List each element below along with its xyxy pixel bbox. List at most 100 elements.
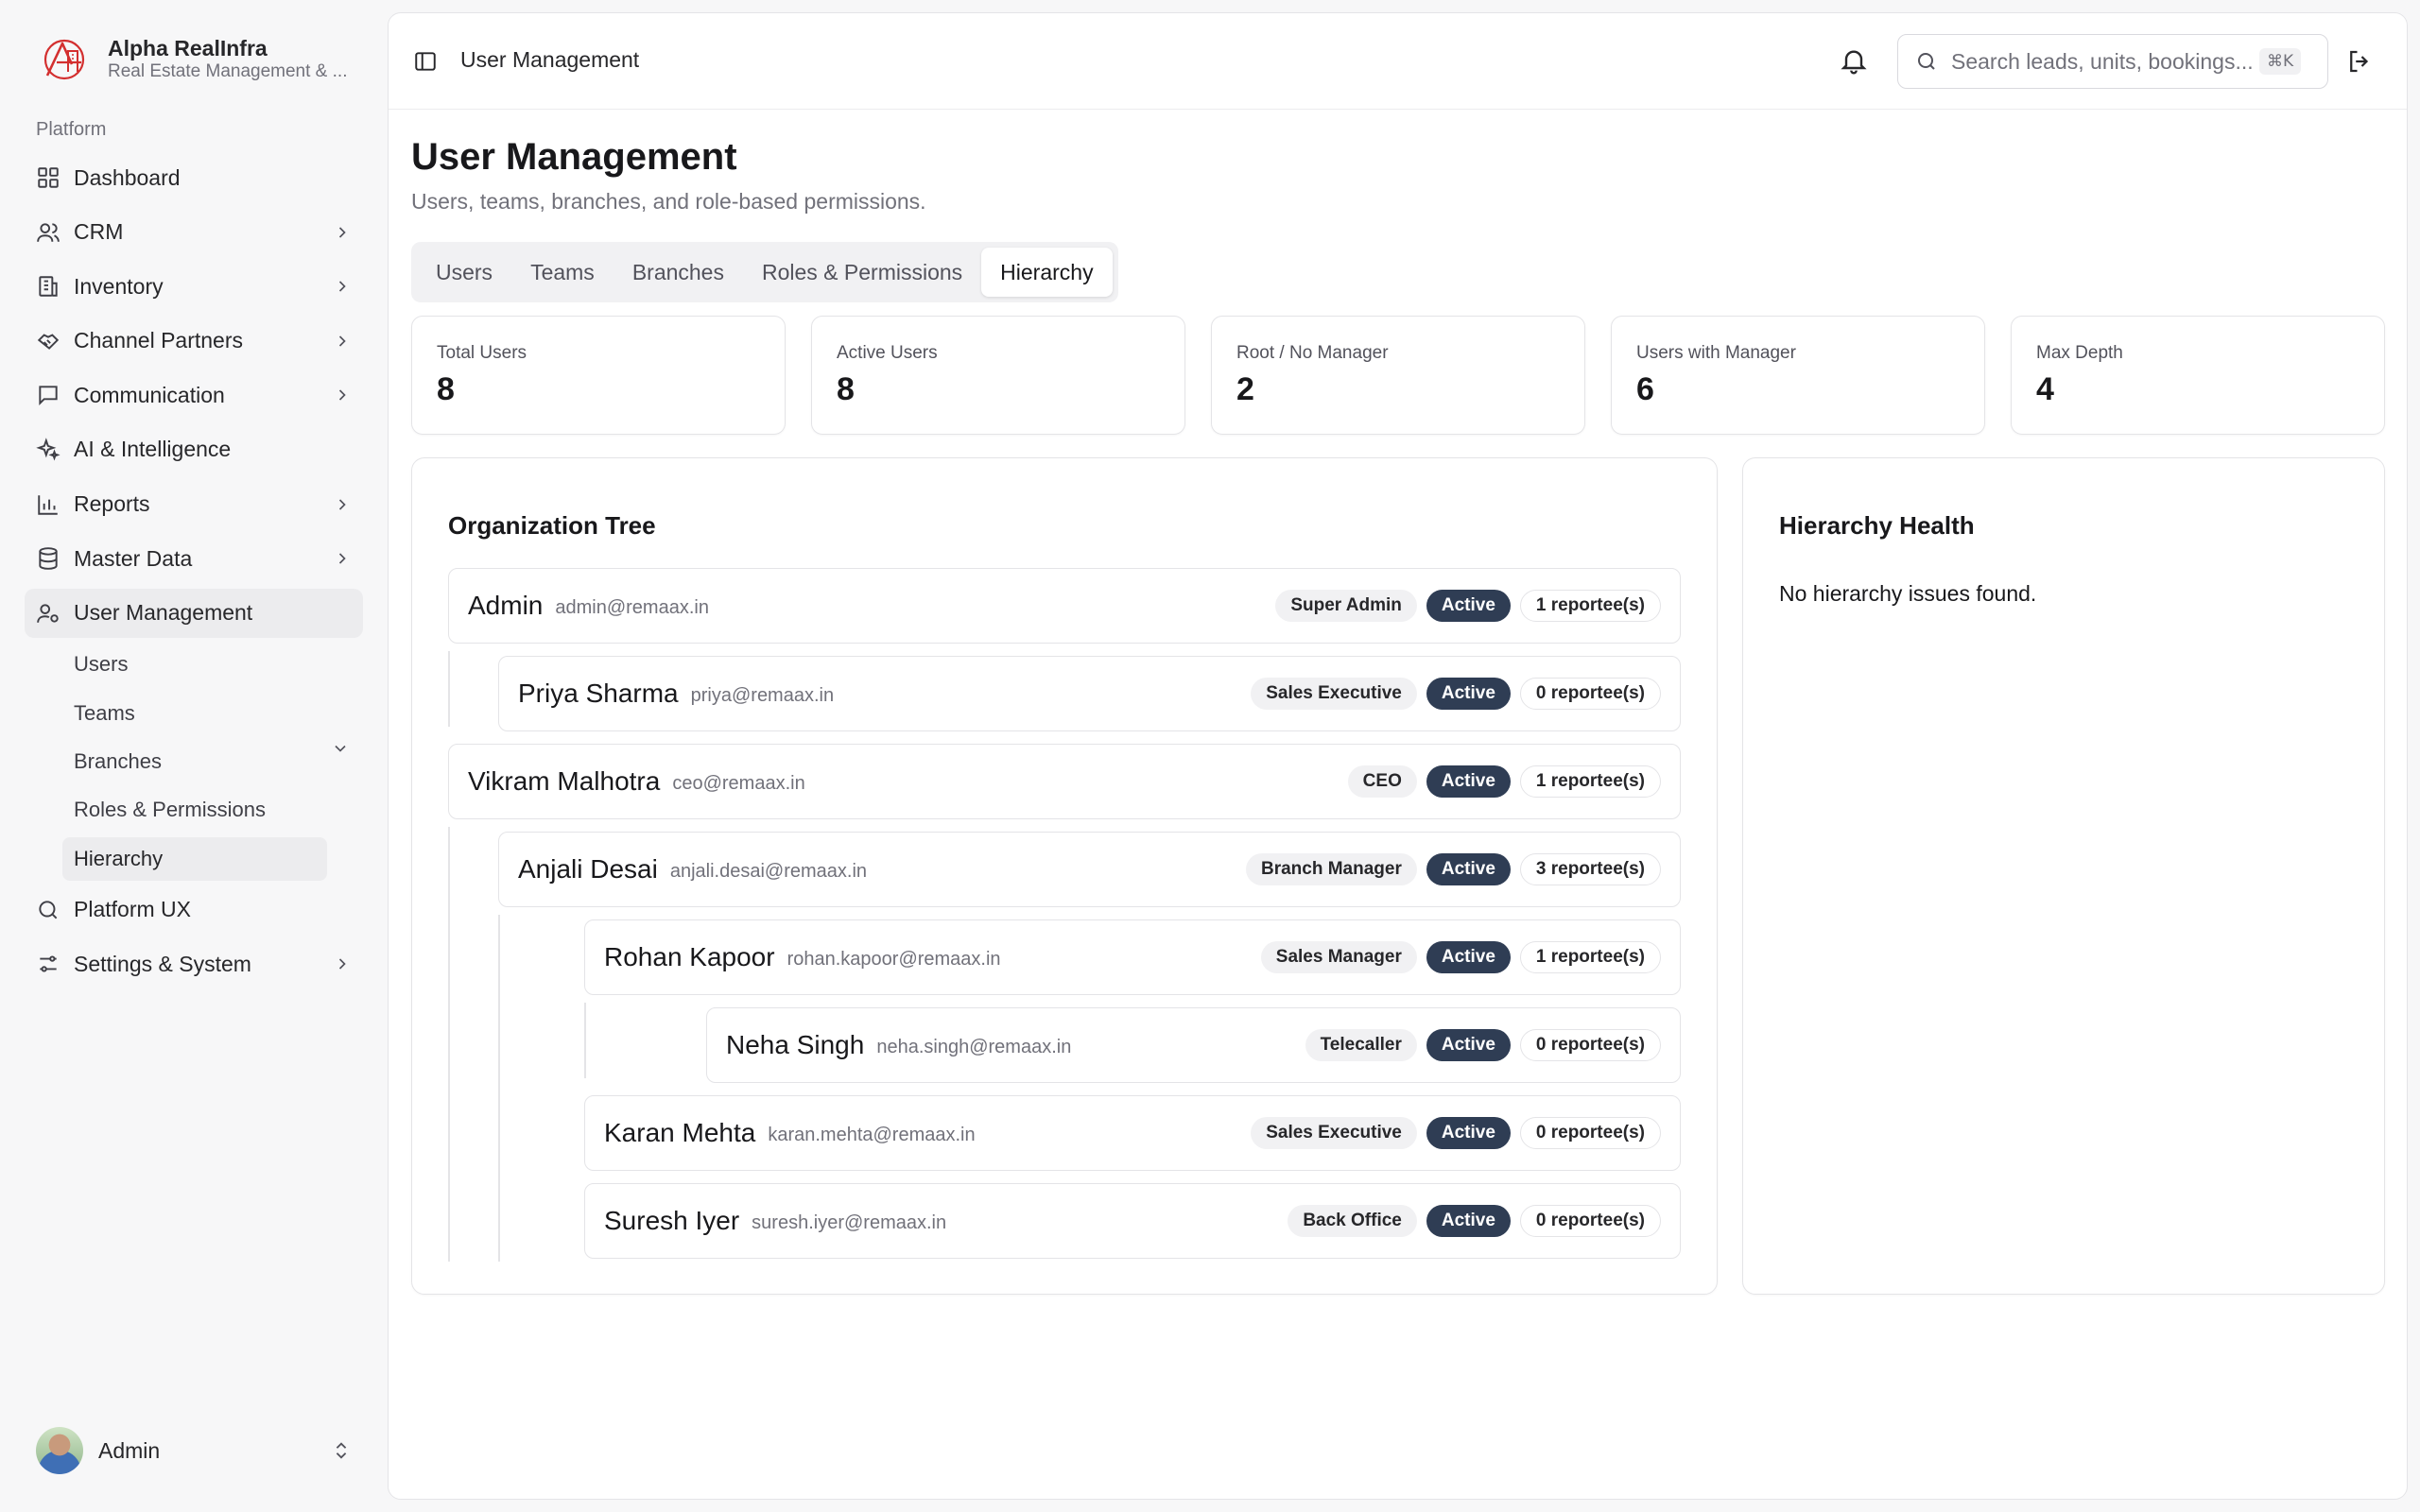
node-email: neha.singh@remaax.in [876, 1036, 1072, 1057]
tab-list: Users Teams Branches Roles & Permissions… [411, 242, 1118, 302]
brand[interactable]: Alpha RealInfra Real Estate Management &… [40, 34, 350, 83]
chevrons-up-down-icon [336, 1442, 347, 1459]
database-icon [39, 547, 58, 570]
node-email: ceo@remaax.in [672, 772, 805, 794]
reportee-count-badge: 3 reportee(s) [1519, 853, 1661, 885]
tab-teams[interactable]: Teams [511, 248, 614, 297]
stat-value: 8 [437, 371, 455, 407]
org-node-vikram-malhotra[interactable]: Vikram Malhotra ceo@remaax.in CEO Active… [448, 744, 1681, 819]
sidebar-item-channel-partners[interactable]: Channel Partners [25, 317, 363, 366]
node-email: karan.mehta@remaax.in [768, 1124, 976, 1145]
chevron-right-icon [338, 335, 346, 347]
stat-value: 2 [1236, 371, 1254, 407]
sidebar-item-user-management[interactable]: User Management [25, 588, 363, 638]
stats-row: Total Users 8 Active Users 8 Root / No M… [411, 316, 2385, 435]
stat-card-max-depth: Max Depth 4 [2011, 316, 2385, 435]
sidebar-item-label: Inventory [74, 273, 164, 299]
node-email: admin@remaax.in [555, 596, 709, 618]
subnav-item-branches[interactable]: Branches [62, 740, 327, 783]
org-node-priya-sharma[interactable]: Priya Sharma priya@remaax.in Sales Execu… [498, 656, 1681, 731]
node-name: Vikram Malhotra [468, 766, 661, 796]
org-node-suresh-iyer[interactable]: Suresh Iyer suresh.iyer@remaax.in Back O… [584, 1183, 1681, 1259]
organization-tree-card: Organization Tree Admin admin@remaax.in … [411, 457, 1718, 1295]
subnav-item-teams[interactable]: Teams [62, 692, 327, 735]
node-name: Suresh Iyer [604, 1206, 740, 1235]
subnav-item-users[interactable]: Users [62, 643, 327, 686]
role-badge: Super Admin [1275, 590, 1417, 622]
sidebar-item-label: Communication [74, 382, 225, 407]
status-badge: Active [1426, 1205, 1511, 1237]
tab-users[interactable]: Users [417, 248, 511, 297]
sidebar-item-dashboard[interactable]: Dashboard [25, 153, 363, 202]
node-name: Priya Sharma [518, 679, 679, 708]
chevron-down-icon[interactable] [331, 739, 350, 758]
org-node-anjali-desai[interactable]: Anjali Desai anjali.desai@remaax.in Bran… [498, 832, 1681, 907]
status-badge: Active [1426, 941, 1511, 973]
sidebar-toggle-icon[interactable] [413, 49, 438, 74]
role-badge: Sales Manager [1260, 941, 1417, 973]
user-name: Admin [98, 1437, 161, 1463]
status-badge: Active [1426, 853, 1511, 885]
tab-branches[interactable]: Branches [614, 248, 743, 297]
org-node-karan-mehta[interactable]: Karan Mehta karan.mehta@remaax.in Sales … [584, 1095, 1681, 1171]
chevron-right-icon [338, 553, 346, 564]
status-badge: Active [1426, 1117, 1511, 1149]
sidebar-item-master-data[interactable]: Master Data [25, 534, 363, 583]
node-name: Anjali Desai [518, 854, 658, 884]
tab-roles-permissions[interactable]: Roles & Permissions [743, 248, 981, 297]
sidebar-item-label: AI & Intelligence [74, 437, 232, 462]
status-badge: Active [1426, 765, 1511, 798]
org-node-rohan-kapoor[interactable]: Rohan Kapoor rohan.kapoor@remaax.in Sale… [584, 919, 1681, 995]
search-input[interactable] [1951, 48, 2252, 75]
subnav-item-hierarchy[interactable]: Hierarchy [62, 836, 327, 881]
logout-icon[interactable] [2345, 47, 2374, 76]
org-node-neha-singh[interactable]: Neha Singh neha.singh@remaax.in Telecall… [706, 1007, 1681, 1083]
chevron-right-icon [338, 227, 346, 238]
global-search[interactable]: ⌘K [1897, 34, 2328, 89]
sidebar-nav: Dashboard CRM Inventory Channel Partners… [25, 153, 363, 994]
status-badge: Active [1426, 678, 1511, 710]
chevron-right-icon [338, 498, 346, 510]
message-icon [39, 386, 58, 406]
sliders-icon [40, 955, 57, 972]
bell-icon[interactable] [1839, 45, 1869, 76]
sidebar-item-label: Reports [74, 491, 150, 517]
stat-label: Total Users [437, 343, 527, 363]
sidebar-item-label: Channel Partners [74, 328, 243, 353]
sidebar-item-settings-system[interactable]: Settings & System [25, 939, 363, 988]
stat-card-root-no-manager: Root / No Manager 2 [1211, 316, 1585, 435]
search-icon [39, 901, 58, 919]
stat-label: Root / No Manager [1236, 343, 1389, 363]
sidebar-item-label: Settings & System [74, 951, 251, 976]
sidebar-item-reports[interactable]: Reports [25, 480, 363, 529]
stat-card-users-with-manager: Users with Manager 6 [1611, 316, 1985, 435]
node-email: anjali.desai@remaax.in [669, 860, 868, 882]
handshake-icon [37, 334, 60, 350]
reportee-count-badge: 1 reportee(s) [1519, 941, 1661, 973]
page-title: User Management [411, 136, 737, 178]
node-name: Admin [468, 591, 544, 620]
sidebar-item-ai-intelligence[interactable]: AI & Intelligence [25, 425, 363, 474]
bar-chart-icon [38, 494, 58, 515]
tree-connector [584, 1003, 586, 1078]
tab-hierarchy[interactable]: Hierarchy [981, 248, 1113, 297]
topbar: User Management ⌘K [389, 13, 2407, 110]
chevron-right-icon [338, 958, 346, 971]
role-badge: Telecaller [1305, 1029, 1417, 1061]
stat-value: 4 [2036, 371, 2054, 407]
sidebar-item-communication[interactable]: Communication [25, 370, 363, 420]
nav-section-label: Platform [36, 119, 107, 140]
reportee-count-badge: 0 reportee(s) [1519, 1029, 1661, 1061]
sidebar-item-crm[interactable]: CRM [25, 208, 363, 257]
sidebar-item-platform-ux[interactable]: Platform UX [25, 885, 363, 935]
subnav-item-roles-permissions[interactable]: Roles & Permissions [62, 788, 327, 832]
user-menu[interactable]: Admin [36, 1427, 352, 1474]
tree-connector [498, 915, 500, 1262]
sidebar-item-inventory[interactable]: Inventory [25, 262, 363, 311]
main-panel: User Management ⌘K User Management Users… [388, 12, 2408, 1500]
org-node-admin[interactable]: Admin admin@remaax.in Super Admin Active… [448, 568, 1681, 644]
health-message: No hierarchy issues found. [1779, 581, 2037, 606]
breadcrumb: User Management [460, 47, 640, 72]
stat-value: 6 [1636, 371, 1654, 407]
stat-label: Users with Manager [1636, 343, 1796, 363]
